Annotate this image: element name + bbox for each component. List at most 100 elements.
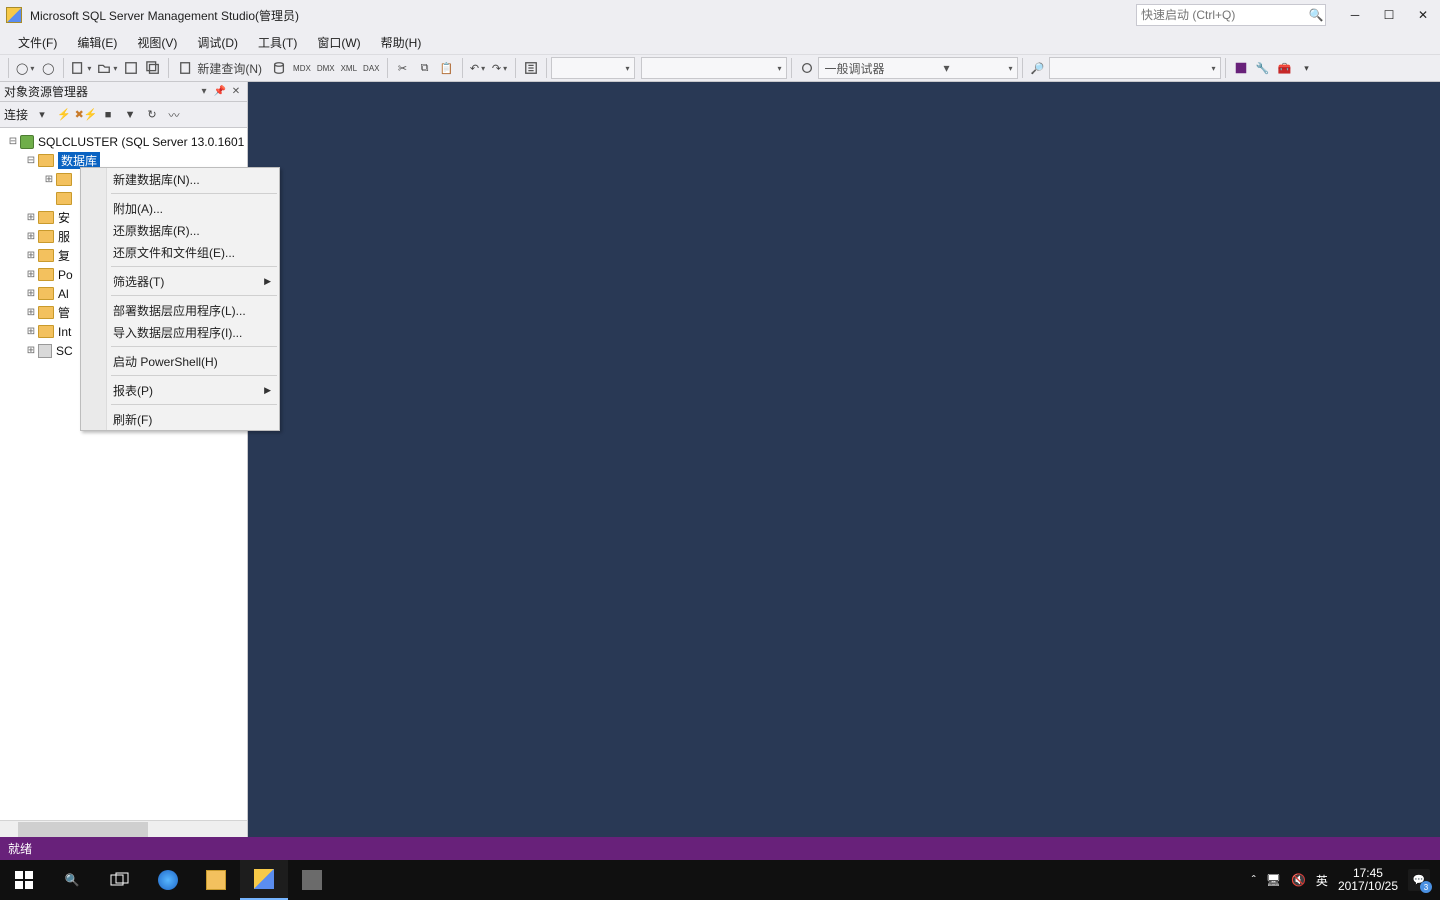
new-query-button[interactable]: 新建查询(N) — [173, 57, 268, 79]
volume-icon[interactable]: 🔇 — [1291, 873, 1306, 887]
taskbar-server-manager[interactable] — [288, 860, 336, 900]
find-icon[interactable]: 🔎 — [1027, 57, 1049, 79]
server-label: SQLCLUSTER (SQL Server 13.0.1601 — [38, 135, 244, 149]
toolbar-overflow-icon[interactable]: ▾ — [1296, 57, 1318, 79]
stop-icon[interactable]: ■ — [100, 107, 116, 123]
nav-back-button[interactable]: ◯▾ — [13, 57, 37, 79]
collapse-icon[interactable]: ⊟ — [6, 136, 20, 147]
ime-indicator[interactable]: 英 — [1316, 872, 1328, 889]
settings-icon[interactable]: 🔧 — [1252, 57, 1274, 79]
new-item-button[interactable]: ▾ — [68, 57, 94, 79]
context-menu-item[interactable]: 刷新(F) — [81, 408, 279, 430]
maximize-button[interactable]: ☐ — [1372, 2, 1406, 28]
context-menu-item[interactable]: 导入数据层应用程序(I)... — [81, 321, 279, 343]
context-menu-item[interactable]: 筛选器(T) — [81, 270, 279, 292]
target-combo[interactable]: ▾ — [641, 57, 787, 79]
undo-button[interactable]: ↶▾ — [467, 57, 489, 79]
status-text: 就绪 — [8, 840, 32, 857]
taskbar: 🔍 ˆ 🖥 🔇 英 17:45 2017/10/25 💬3 — [0, 860, 1440, 900]
context-menu-item[interactable]: 还原数据库(R)... — [81, 219, 279, 241]
context-menu-item[interactable]: 还原文件和文件组(E)... — [81, 241, 279, 263]
status-bar: 就绪 — [0, 837, 1440, 860]
menu-edit[interactable]: 编辑(E) — [67, 31, 127, 54]
panel-close-icon[interactable]: ✕ — [229, 85, 243, 99]
collapse-icon[interactable]: ⊟ — [24, 155, 38, 166]
taskbar-ie[interactable] — [144, 860, 192, 900]
object-explorer-toolbar: 连接 ▾ ⚡ ✖⚡ ■ ▼ ↻ 〰 — [0, 102, 247, 128]
system-tray: ˆ 🖥 🔇 英 17:45 2017/10/25 💬3 — [1242, 867, 1440, 893]
expand-icon[interactable]: ⊞ — [42, 174, 56, 185]
search-icon: 🔍 — [1307, 8, 1325, 22]
open-button[interactable]: ▾ — [94, 57, 120, 79]
task-view-button[interactable] — [96, 860, 144, 900]
registered-servers-icon[interactable] — [1230, 57, 1252, 79]
menu-window[interactable]: 窗口(W) — [307, 31, 370, 54]
context-menu-item[interactable]: 启动 PowerShell(H) — [81, 350, 279, 372]
disconnect-icon[interactable]: ✖⚡ — [78, 107, 94, 123]
dmx-button[interactable]: DMX — [314, 57, 338, 79]
refresh-icon[interactable]: ↻ — [144, 107, 160, 123]
mdx-button[interactable]: MDX — [290, 57, 314, 79]
taskbar-search-button[interactable]: 🔍 — [48, 860, 96, 900]
save-button[interactable] — [120, 57, 142, 79]
panel-title-text: 对象资源管理器 — [4, 83, 88, 100]
new-query-label: 新建查询(N) — [197, 60, 262, 77]
activity-icon[interactable]: 〰 — [166, 107, 182, 123]
redo-button[interactable]: ↷▾ — [489, 57, 511, 79]
tray-chevron-icon[interactable]: ˆ — [1252, 873, 1256, 887]
server-icon — [20, 135, 34, 149]
paste-button[interactable]: 📋 — [436, 57, 458, 79]
taskbar-explorer[interactable] — [192, 860, 240, 900]
action-center-icon[interactable]: 💬3 — [1408, 869, 1430, 891]
folder-icon — [56, 192, 72, 205]
window-title: Microsoft SQL Server Management Studio(管… — [30, 7, 299, 24]
context-menu-item[interactable]: 附加(A)... — [81, 197, 279, 219]
context-menu: 新建数据库(N)... 附加(A)...还原数据库(R)...还原文件和文件组(E… — [80, 167, 280, 431]
titlebar: Microsoft SQL Server Management Studio(管… — [0, 0, 1440, 30]
find-combo[interactable]: ▾ — [1049, 57, 1221, 79]
toolbar: ◯▾ ◯ ▾ ▾ 新建查询(N) MDX DMX XML DAX ✂ ⧉ 📋 ↶… — [0, 54, 1440, 82]
tree-server-node[interactable]: ⊟ SQLCLUSTER (SQL Server 13.0.1601 — [0, 132, 247, 151]
app-icon — [6, 7, 22, 23]
panel-dropdown-icon[interactable]: ▾ — [197, 85, 211, 99]
taskbar-ssms[interactable] — [240, 860, 288, 900]
execution-plan-icon[interactable] — [520, 57, 542, 79]
connect-server-icon[interactable]: ⚡ — [56, 107, 72, 123]
database-combo[interactable]: ▾ — [551, 57, 635, 79]
menu-view[interactable]: 视图(V) — [127, 31, 187, 54]
object-explorer-title: 对象资源管理器 ▾ 📌 ✕ — [0, 82, 247, 102]
connect-dropdown-icon[interactable]: ▾ — [34, 107, 50, 123]
network-icon[interactable]: 🖥 — [1266, 873, 1281, 887]
menu-help[interactable]: 帮助(H) — [371, 31, 432, 54]
save-all-button[interactable] — [142, 57, 164, 79]
agent-icon — [38, 344, 52, 358]
nav-forward-button[interactable]: ◯ — [37, 57, 59, 79]
xmla-button[interactable]: XML — [338, 57, 360, 79]
cut-button[interactable]: ✂ — [392, 57, 414, 79]
toolbox-icon[interactable]: 🧰 — [1274, 57, 1296, 79]
db-query-icon[interactable] — [268, 57, 290, 79]
menubar: 文件(F) 编辑(E) 视图(V) 调试(D) 工具(T) 窗口(W) 帮助(H… — [0, 30, 1440, 54]
copy-button[interactable]: ⧉ — [414, 57, 436, 79]
start-button[interactable] — [0, 860, 48, 900]
dax-button[interactable]: DAX — [360, 57, 382, 79]
menu-file[interactable]: 文件(F) — [8, 31, 67, 54]
debugger-combo-label: 一般调试器 — [825, 60, 885, 77]
minimize-button[interactable]: ─ — [1338, 2, 1372, 28]
quick-launch[interactable]: 🔍 — [1136, 4, 1326, 26]
menu-tools[interactable]: 工具(T) — [248, 31, 307, 54]
horizontal-scrollbar[interactable] — [0, 820, 247, 837]
menu-debug[interactable]: 调试(D) — [187, 31, 248, 54]
context-menu-item[interactable]: 部署数据层应用程序(L)... — [81, 299, 279, 321]
context-menu-item[interactable]: 新建数据库(N)... — [81, 168, 279, 190]
close-button[interactable]: ✕ — [1406, 2, 1440, 28]
quick-launch-input[interactable] — [1137, 8, 1307, 22]
document-area — [248, 82, 1440, 837]
context-menu-item[interactable]: 报表(P) — [81, 379, 279, 401]
debugger-icon[interactable] — [796, 57, 818, 79]
debugger-combo[interactable]: 一般调试器▾▾ — [818, 57, 1018, 79]
connect-label[interactable]: 连接 — [4, 106, 28, 123]
filter-icon[interactable]: ▼ — [122, 107, 138, 123]
pin-icon[interactable]: 📌 — [213, 85, 227, 99]
clock[interactable]: 17:45 2017/10/25 — [1338, 867, 1398, 893]
